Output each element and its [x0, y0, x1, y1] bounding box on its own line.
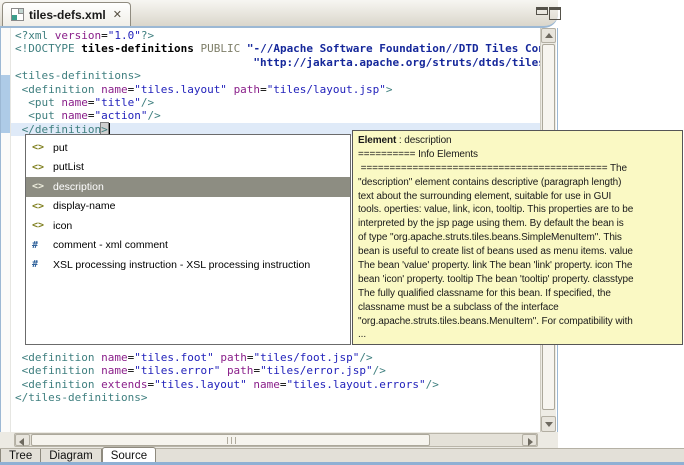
doc-line: ========== Info Elements: [358, 148, 478, 160]
code-area-bottom[interactable]: <definition name="tiles.foot" path="tile…: [11, 351, 541, 405]
xml-file-icon: [11, 8, 24, 21]
doc-line: bean 'icon' property. tooltip The bean '…: [358, 273, 634, 285]
doc-line: The fully qualified classname for this b…: [358, 287, 611, 299]
close-icon[interactable]: ✕: [113, 8, 122, 21]
content-assist-popup: <> put <> putList <> description <> display-nam…: [25, 134, 351, 345]
doc-line: tools. operties: value, link, icon, tool…: [358, 204, 634, 216]
completion-item-description[interactable]: <> description: [26, 177, 350, 197]
code-line[interactable]: </tiles-definitions>: [11, 391, 541, 404]
doc-line: classname must be a subclass of the inte…: [358, 301, 559, 313]
page-tab-row: Tree Diagram Source: [0, 447, 684, 464]
code-line[interactable]: <?xml version="1.0"?>: [11, 29, 541, 42]
code-line[interactable]: <put name="action"/>: [11, 109, 541, 122]
completion-item-display-name[interactable]: <> display-name: [26, 197, 350, 217]
completion-item-label: description: [53, 180, 104, 193]
completion-item-label: XSL processing instruction - XSL process…: [53, 258, 311, 271]
left-arrow-icon: [19, 438, 24, 446]
completion-item-icon[interactable]: <> icon: [26, 216, 350, 236]
right-arrow-icon: [528, 438, 533, 446]
xml-element-icon: <>: [32, 142, 45, 154]
doc-line: "description" element contains descripti…: [358, 176, 622, 188]
code-line[interactable]: <definition extends="tiles.layout" name=…: [11, 378, 541, 391]
up-arrow-icon: [545, 33, 553, 38]
code-line[interactable]: <definition name="tiles.layout" path="ti…: [11, 83, 541, 96]
code-line[interactable]: "http://jakarta.apache.org/struts/dtds/t…: [11, 56, 541, 69]
code-line[interactable]: <put name="title"/>: [11, 96, 541, 109]
completion-item-label: icon: [53, 219, 73, 232]
code-area-top[interactable]: <?xml version="1.0"?> <!DOCTYPE tiles-def…: [11, 29, 541, 137]
tab-tree[interactable]: Tree: [0, 449, 42, 463]
doc-title: Element : description: [358, 135, 452, 146]
xml-editor-window: tiles-defs.xml ✕ <?xml version="1.0"?> <!…: [0, 0, 684, 465]
doc-line: interpreted by the jsp page using them. …: [358, 218, 624, 230]
doc-line: of type "org.apache.struts.tiles.beans.S…: [358, 232, 622, 244]
text-caret: [108, 122, 110, 134]
horizontal-scrollbar[interactable]: [14, 433, 538, 447]
completion-item-put[interactable]: <> put: [26, 138, 350, 158]
completion-item-label: comment - xml comment: [53, 239, 168, 252]
scroll-up-button[interactable]: [541, 28, 556, 43]
editor-tab-bar: tiles-defs.xml ✕: [0, 0, 561, 28]
horizontal-scrollbar-row: [0, 432, 558, 448]
code-line[interactable]: <!DOCTYPE tiles-definitions PUBLIC "-//A…: [11, 42, 541, 55]
doc-line: "org.apache.struts.tiles.beans.MenuItem"…: [358, 315, 633, 327]
completion-item-label: display-name: [53, 200, 116, 213]
scroll-left-button[interactable]: [15, 434, 30, 446]
horizontal-scrollbar-thumb[interactable]: [31, 434, 430, 446]
processing-instruction-icon: #: [32, 259, 39, 271]
doc-line: text about the surrounding element, suit…: [358, 190, 612, 202]
maximize-button[interactable]: [549, 7, 561, 20]
code-line[interactable]: <definition name="tiles.error" path="til…: [11, 364, 541, 377]
completion-item-xsl[interactable]: # XSL processing instruction - XSL proces…: [26, 255, 350, 275]
marker-bar[interactable]: [1, 28, 11, 432]
completion-item-label: putList: [53, 161, 84, 174]
completion-item-putlist[interactable]: <> putList: [26, 158, 350, 178]
doc-tooltip-panel: Element : description ========== Info El…: [352, 130, 683, 345]
doc-line: bean is useful to create list of beans u…: [358, 246, 633, 258]
code-line[interactable]: <tiles-definitions>: [11, 69, 541, 82]
editor-tab-title: tiles-defs.xml: [29, 7, 106, 22]
completion-item-label: put: [53, 141, 68, 154]
xml-element-icon: <>: [32, 220, 45, 232]
scroll-down-button[interactable]: [541, 416, 556, 432]
range-indicator: [1, 75, 10, 133]
scrollbar-grip: [226, 437, 236, 444]
processing-instruction-icon: #: [32, 239, 39, 251]
xml-element-icon: <>: [32, 181, 45, 193]
xml-element-icon: <>: [32, 200, 45, 212]
xml-element-icon: <>: [32, 161, 45, 173]
down-arrow-icon: [545, 422, 553, 427]
doc-line: ...: [358, 329, 367, 341]
doc-line: ========================================…: [358, 162, 627, 174]
minimize-button[interactable]: [536, 7, 548, 15]
tab-diagram[interactable]: Diagram: [41, 449, 102, 463]
doc-line: The bean 'value' property. link The bean…: [358, 260, 633, 272]
scroll-right-button[interactable]: [522, 434, 537, 446]
code-line[interactable]: <definition name="tiles.foot" path="tile…: [11, 351, 541, 364]
completion-item-comment[interactable]: # comment - xml comment: [26, 236, 350, 256]
editor-tab-tiles-defs[interactable]: tiles-defs.xml ✕: [2, 2, 131, 26]
